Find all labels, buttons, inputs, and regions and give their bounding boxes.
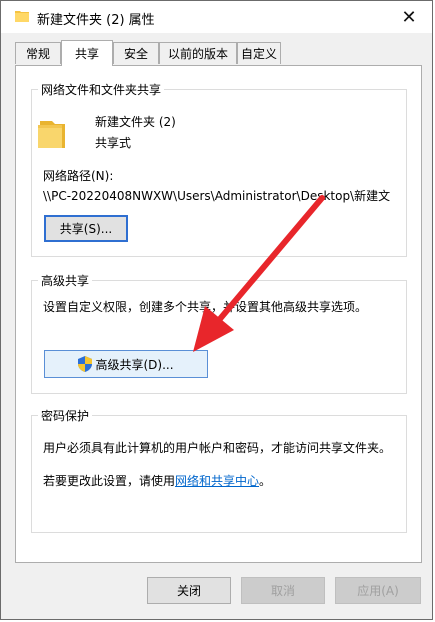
change-prefix: 若要更改此设置，请使用	[43, 474, 176, 488]
network-sharing-center-link[interactable]: 网络和共享中心	[175, 474, 259, 488]
folder-icon	[15, 11, 29, 22]
network-path-value: \\PC-20220408NWXW\Users\Administrator\De…	[43, 189, 391, 203]
advanced-share-description: 设置自定义权限，创建多个共享，并设置其他高级共享选项。	[43, 300, 368, 314]
advanced-share-label: 高级共享(D)...	[95, 357, 174, 372]
close-icon[interactable]: ✕	[386, 1, 432, 33]
change-setting-text: 若要更改此设置，请使用网络和共享中心。	[43, 472, 271, 489]
change-suffix: 。	[259, 474, 272, 488]
group-title: 网络文件和文件夹共享	[38, 81, 165, 98]
group-title: 密码保护	[38, 407, 93, 424]
uac-shield-icon	[78, 356, 93, 372]
title-bar: 新建文件夹 (2) 属性 ✕	[1, 1, 432, 33]
tab-customize[interactable]: 自定义	[237, 42, 281, 64]
tab-sharing[interactable]: 共享	[61, 40, 113, 66]
tab-previous-versions[interactable]: 以前的版本	[159, 42, 237, 64]
folder-name: 新建文件夹 (2)	[95, 115, 176, 129]
properties-dialog: 新建文件夹 (2) 属性 ✕ 常规 共享 安全 以前的版本 自定义 网络文件和文…	[0, 0, 433, 620]
share-button[interactable]: 共享(S)...	[44, 215, 128, 242]
password-description: 用户必须具有此计算机的用户帐户和密码，才能访问共享文件夹。	[43, 441, 392, 455]
advanced-share-button[interactable]: 高级共享(D)...	[44, 350, 208, 378]
share-status: 共享式	[95, 136, 132, 150]
folder-icon	[38, 121, 65, 148]
network-path-label: 网络路径(N):	[43, 169, 114, 183]
window-title: 新建文件夹 (2) 属性	[37, 13, 155, 28]
tab-security[interactable]: 安全	[113, 42, 159, 64]
cancel-button[interactable]: 取消	[241, 577, 325, 604]
close-button[interactable]: 关闭	[147, 577, 231, 604]
group-title: 高级共享	[38, 272, 93, 289]
tab-general[interactable]: 常规	[15, 42, 61, 64]
apply-button[interactable]: 应用(A)	[335, 577, 421, 604]
